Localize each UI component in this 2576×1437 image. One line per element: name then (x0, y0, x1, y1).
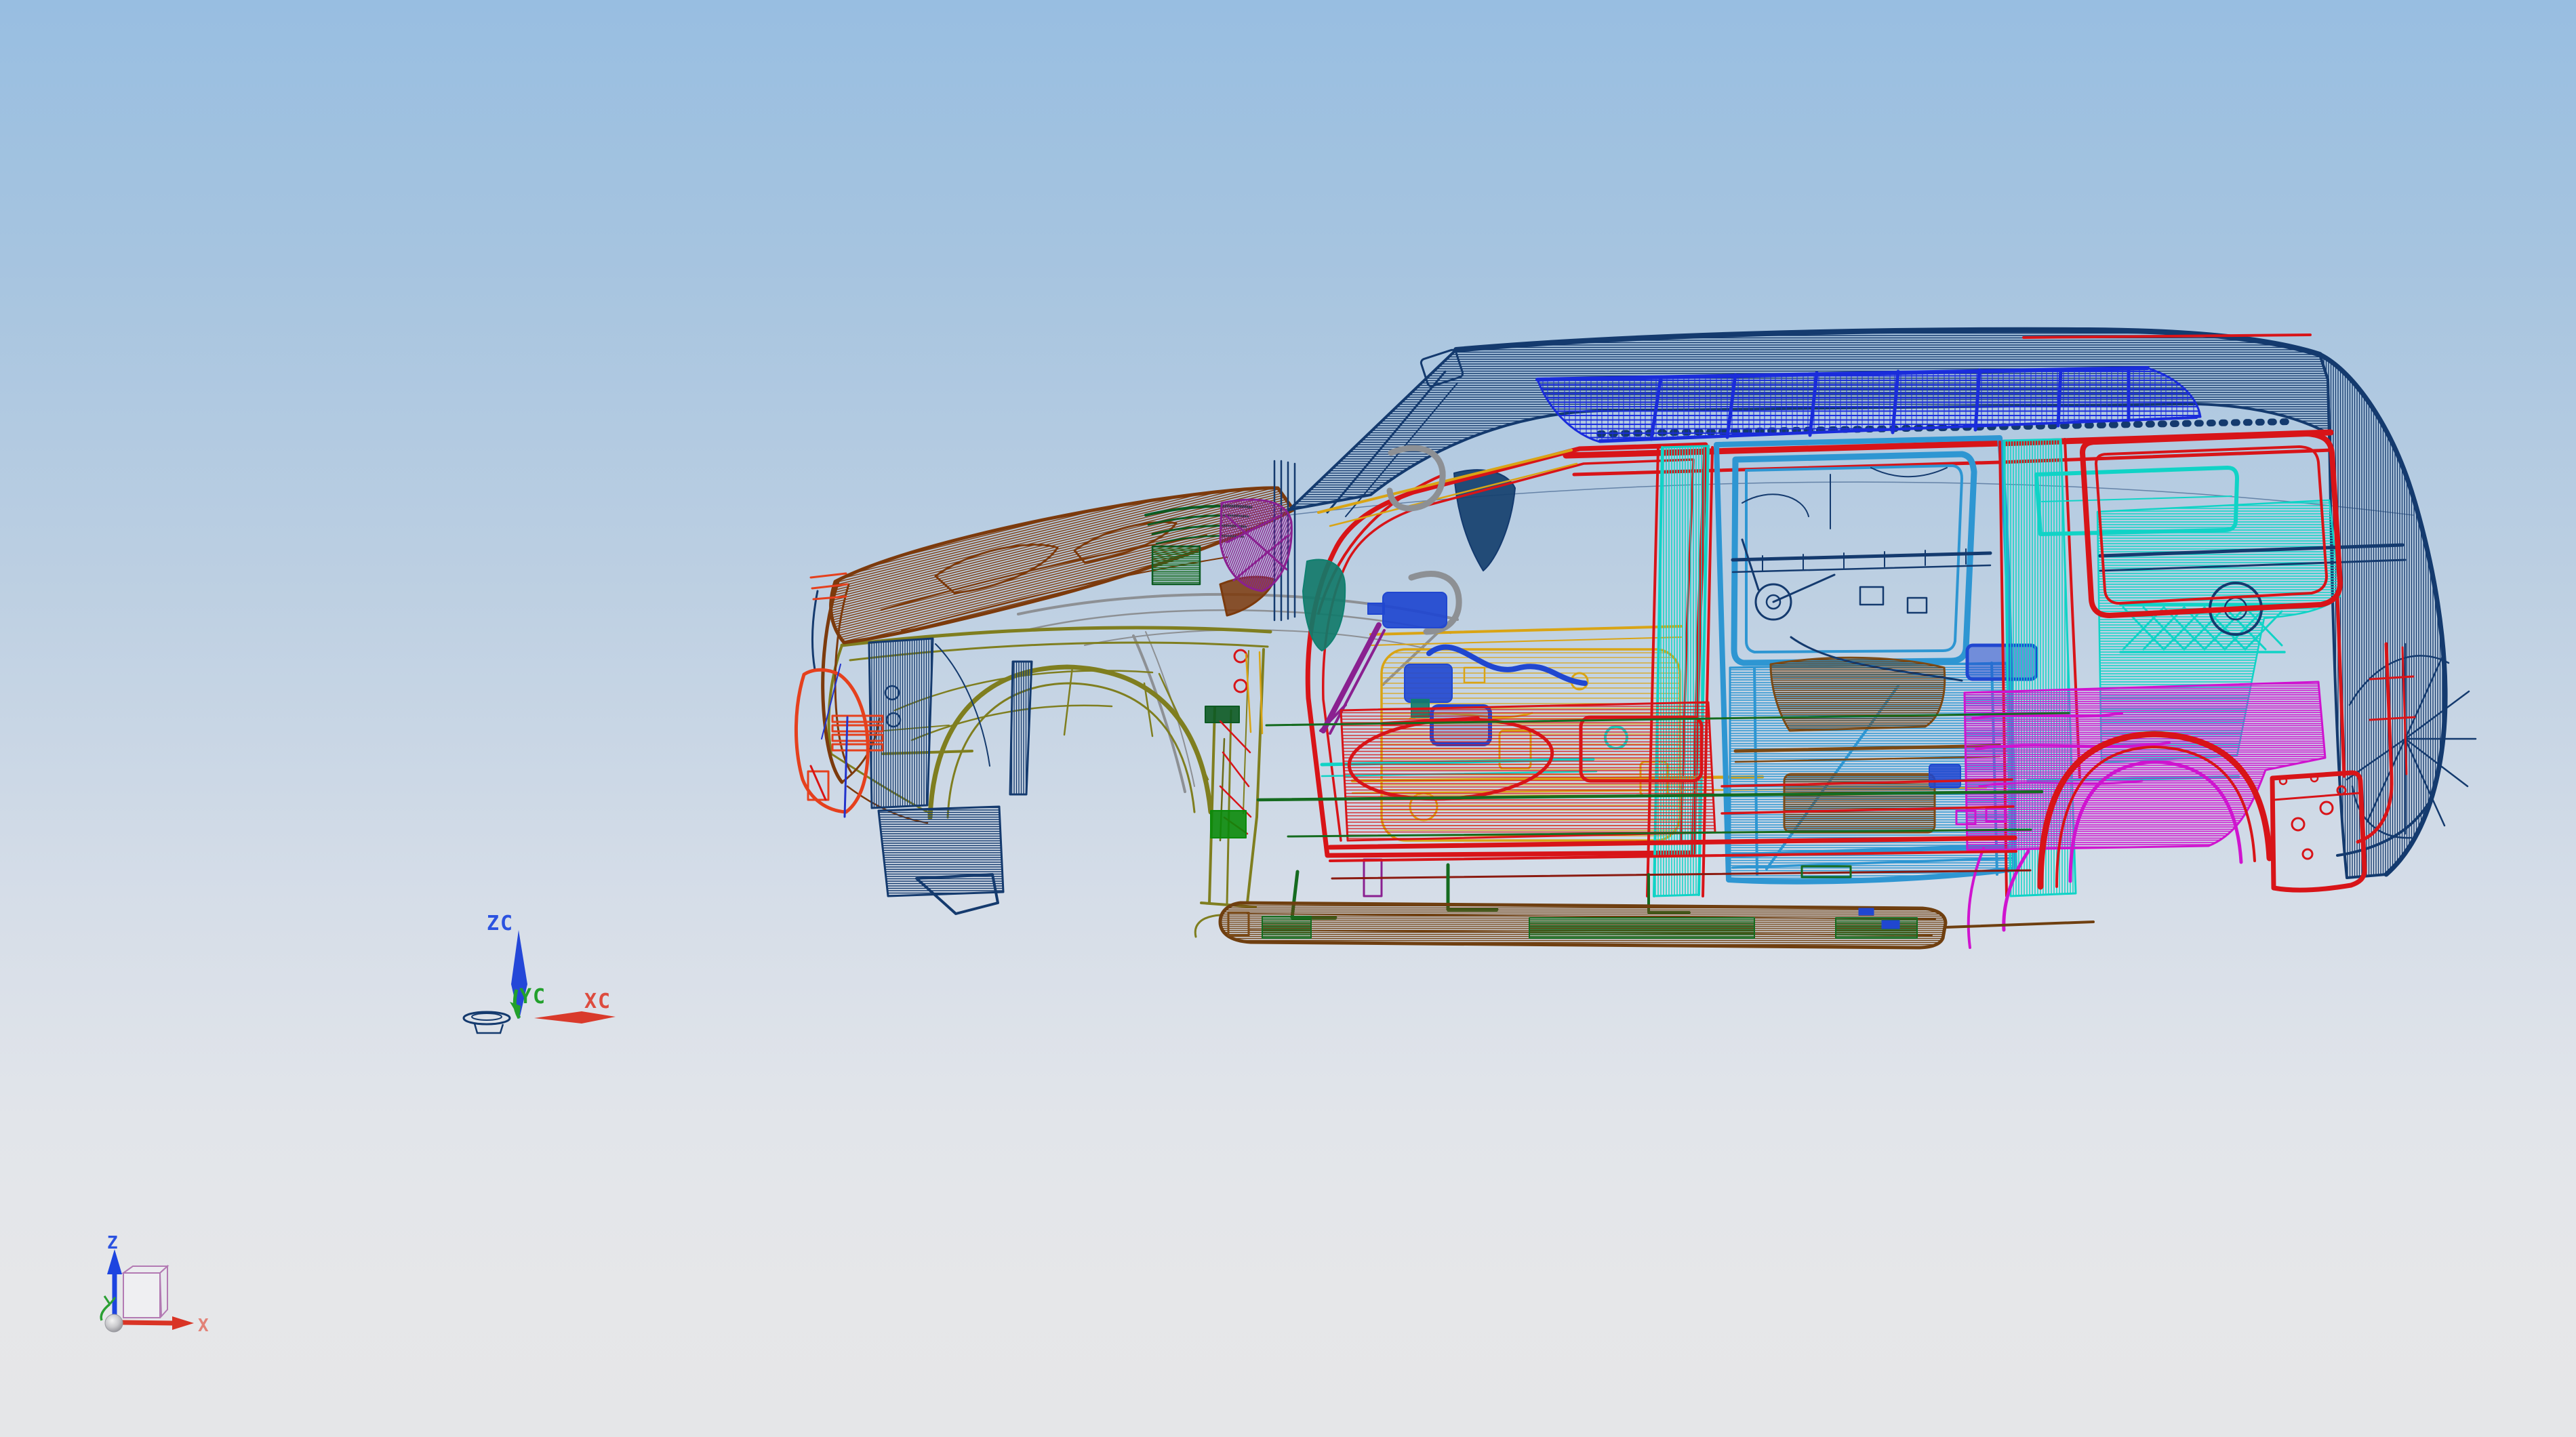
wcs-yc-label: YC (519, 985, 546, 1009)
view-z-label: Z (107, 1233, 119, 1253)
cad-viewport[interactable]: ZC YC XC Z X (0, 0, 2576, 1437)
wcs-triad[interactable]: ZC YC XC (462, 912, 616, 1034)
roof-inner-panel-wireframe[interactable] (1535, 366, 2202, 443)
view-x-arrowhead (172, 1316, 194, 1330)
running-board-wireframe[interactable] (1218, 901, 2095, 950)
fender-rear-bracket[interactable] (1210, 810, 1247, 838)
rear-wheelhouse-wireframe[interactable] (1955, 681, 2327, 949)
view-cube[interactable] (121, 1264, 169, 1318)
view-x-axis[interactable] (121, 1320, 176, 1326)
view-origin-sphere[interactable] (104, 1314, 123, 1333)
rear-body-wireframe[interactable] (2317, 352, 2477, 879)
wcs-part-clip[interactable] (462, 1011, 511, 1034)
view-x-label: X (198, 1316, 209, 1336)
vehicle-body-model[interactable] (794, 327, 2477, 950)
viewport-canvas[interactable]: ZC YC XC Z X (0, 0, 2576, 1437)
view-orientation-triad[interactable]: Z X (100, 1233, 209, 1336)
wcs-zc-label: ZC (487, 912, 514, 935)
wcs-xc-label: XC (584, 990, 611, 1013)
